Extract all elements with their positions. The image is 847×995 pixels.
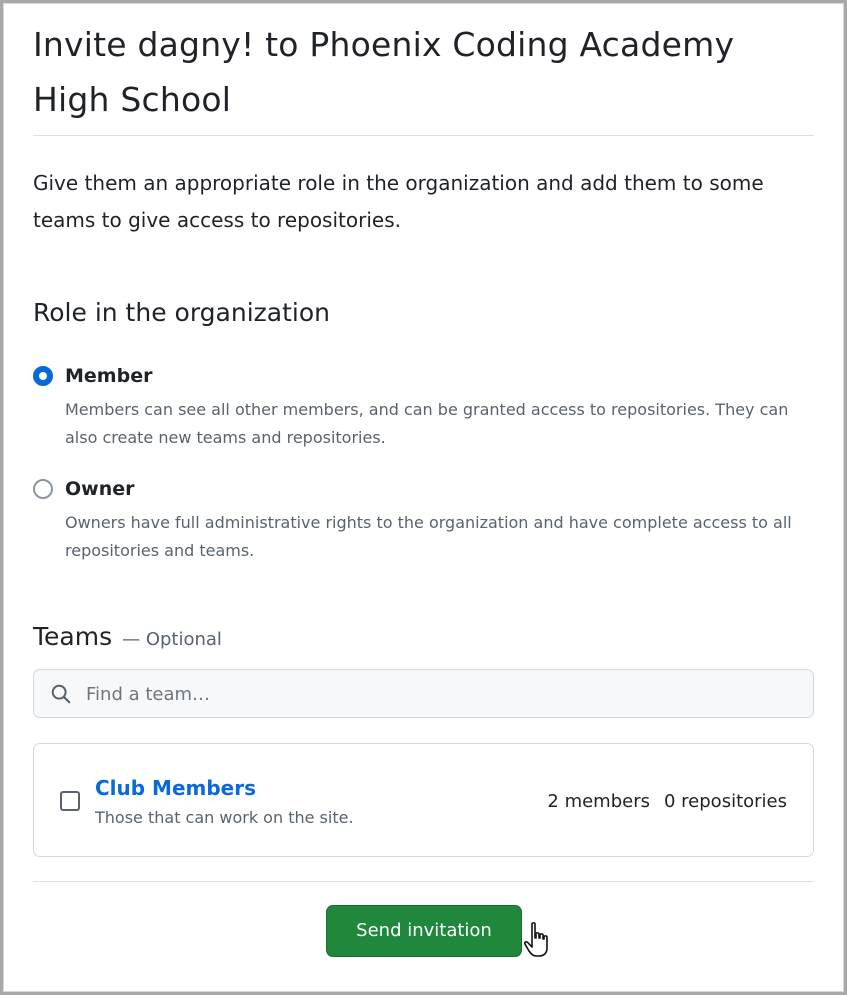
search-icon — [51, 684, 71, 704]
teams-optional-note: — Optional — [122, 629, 222, 650]
team-search-box[interactable] — [33, 669, 814, 719]
page-title: Invite dagny! to Phoenix Coding Academy … — [33, 25, 735, 119]
send-invitation-button[interactable]: Send invitation — [326, 905, 522, 957]
member-label[interactable]: Member — [65, 363, 152, 389]
team-stats: 2 members 0 repositories — [547, 788, 787, 816]
owner-radio[interactable] — [33, 479, 53, 499]
team-member-count: 2 members — [547, 791, 650, 812]
intro-text: Give them an appropriate role in the org… — [33, 171, 764, 232]
member-radio[interactable] — [33, 366, 53, 386]
title-divider — [33, 135, 814, 136]
owner-description: Owners have full administrative rights t… — [65, 513, 792, 560]
teams-heading: Teams — Optional — [33, 617, 222, 660]
role-section-title: Role in the organization — [33, 298, 330, 327]
dialog-frame: Invite dagny! to Phoenix Coding Academy … — [0, 0, 847, 995]
team-list-item: Club Members Those that can work on the … — [33, 743, 814, 857]
owner-label[interactable]: Owner — [65, 476, 135, 502]
hand-pointer-cursor-icon — [523, 922, 548, 957]
team-repo-count: 0 repositories — [664, 791, 787, 812]
teams-title: Teams — [33, 622, 113, 651]
footer-divider — [33, 881, 814, 882]
team-description: Those that can work on the site. — [95, 808, 354, 827]
team-search-input[interactable] — [84, 670, 798, 719]
member-description: Members can see all other members, and c… — [65, 400, 789, 447]
team-checkbox[interactable] — [60, 791, 80, 811]
team-name-link[interactable]: Club Members — [95, 774, 256, 802]
